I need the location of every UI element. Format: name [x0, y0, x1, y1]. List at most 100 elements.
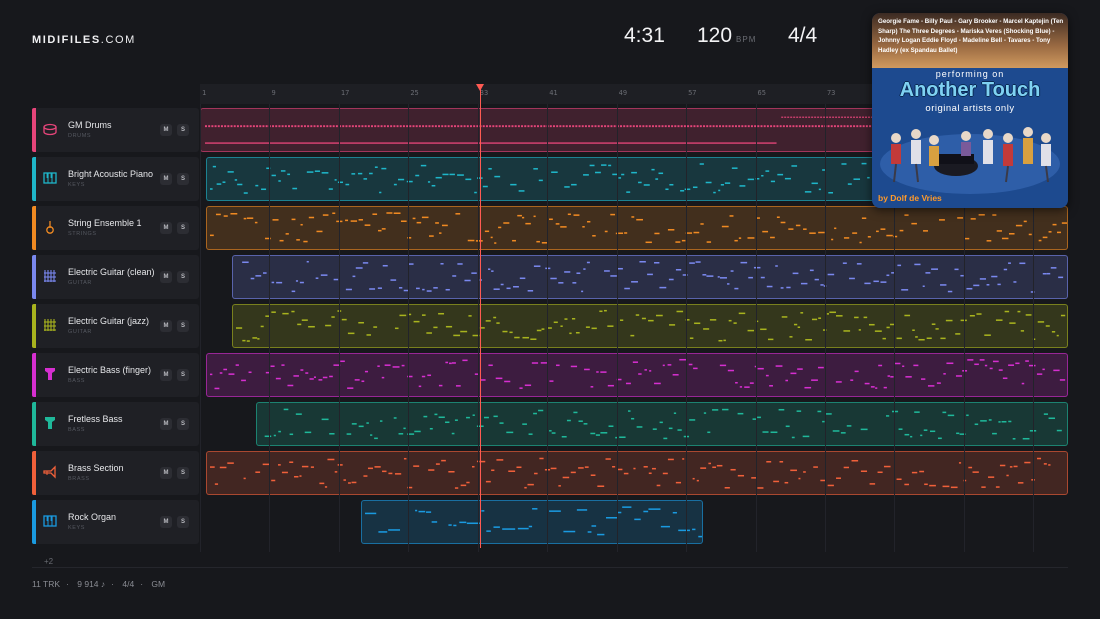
- track-header[interactable]: String Ensemble 1 STRINGS M S: [32, 206, 199, 250]
- mute-button[interactable]: M: [160, 173, 172, 185]
- album-cover: Georgie Fame - Billy Paul - Gary Brooker…: [872, 13, 1068, 208]
- track-name: Brass Section: [68, 463, 124, 473]
- cover-credit: by Dolf de Vries: [878, 193, 942, 203]
- guitar-fretboard-icon: [43, 269, 57, 283]
- song-duration: 4:31: [624, 24, 665, 47]
- track-name: Electric Guitar (jazz): [68, 316, 150, 326]
- track-color-strip: [32, 451, 36, 495]
- brand-name: MIDIFILES: [32, 34, 101, 46]
- bar-gridline: [408, 104, 410, 552]
- cover-title: Another Touch: [899, 79, 1041, 101]
- guitar-fretboard-icon: [43, 318, 57, 332]
- track-lane[interactable]: [200, 205, 1068, 251]
- midi-clip[interactable]: [256, 402, 1068, 446]
- mute-button[interactable]: M: [160, 124, 172, 136]
- midi-clip[interactable]: [206, 206, 1068, 250]
- clip-notes: [242, 260, 1064, 293]
- mute-button[interactable]: M: [160, 271, 172, 283]
- track-lane[interactable]: [200, 303, 1068, 349]
- clip-notes: [210, 358, 1066, 390]
- track-lane[interactable]: [200, 499, 1068, 545]
- track-header[interactable]: Electric Guitar (clean) GUITAR M S: [32, 255, 199, 299]
- tempo-value: 120: [697, 24, 733, 47]
- midi-clip[interactable]: [232, 255, 1068, 299]
- brand-logo[interactable]: MIDIFILES.COM: [32, 34, 136, 46]
- solo-button[interactable]: S: [177, 320, 189, 332]
- solo-button[interactable]: S: [177, 173, 189, 185]
- bar-gridline: [547, 104, 549, 552]
- solo-button[interactable]: S: [177, 271, 189, 283]
- track-header[interactable]: Fretless Bass BASS M S: [32, 402, 199, 446]
- mute-button[interactable]: M: [160, 369, 172, 381]
- clip-notes: [236, 309, 1066, 342]
- midi-clip[interactable]: [360, 500, 704, 544]
- midi-clip[interactable]: [206, 353, 1068, 397]
- track-name: Electric Bass (finger): [68, 365, 152, 375]
- track-color-strip: [32, 353, 36, 397]
- ruler-bar-1: 1: [202, 89, 207, 97]
- playhead-handle[interactable]: [476, 84, 484, 91]
- track-name: Rock Organ: [68, 512, 117, 522]
- ruler-bar-17: 17: [340, 89, 350, 97]
- time-signature: 4/4: [788, 24, 818, 47]
- ruler-bar-57: 57: [688, 89, 697, 97]
- ruler-bar-49: 49: [618, 89, 628, 97]
- track-header[interactable]: GM Drums DRUMS M S: [32, 108, 199, 152]
- violin-icon: [43, 220, 57, 234]
- track-count: 11 TRK: [32, 579, 61, 589]
- bar-gridline: [200, 104, 201, 552]
- track-name: Fretless Bass: [68, 414, 123, 424]
- piano-icon: [43, 514, 57, 528]
- mute-button[interactable]: M: [160, 467, 172, 479]
- solo-button[interactable]: S: [177, 222, 189, 234]
- track-name: Bright Acoustic Piano: [68, 169, 154, 179]
- midi-standard: GM: [151, 579, 166, 589]
- track-lane[interactable]: [200, 401, 1068, 447]
- mute-button[interactable]: M: [160, 516, 172, 528]
- tempo-unit: BPM: [736, 35, 757, 44]
- solo-button[interactable]: S: [177, 418, 189, 430]
- track-category: GUITAR: [68, 329, 92, 335]
- bar-gridline: [338, 104, 340, 552]
- piano-icon: [43, 171, 57, 185]
- track-header[interactable]: Electric Guitar (jazz) GUITAR M S: [32, 304, 199, 348]
- solo-button[interactable]: S: [177, 516, 189, 528]
- track-color-strip: [32, 157, 36, 201]
- ruler-bar-65: 65: [757, 89, 766, 97]
- track-category: KEYS: [68, 525, 86, 531]
- cover-performing-label: performing on: [935, 69, 1005, 79]
- bass-icon: [43, 416, 57, 430]
- mute-button[interactable]: M: [160, 222, 172, 234]
- clip-notes: [364, 506, 703, 538]
- track-lane[interactable]: [200, 450, 1068, 496]
- solo-button[interactable]: S: [177, 467, 189, 479]
- clip-notes: [210, 457, 1051, 489]
- brand-domain: .COM: [100, 34, 136, 46]
- more-tracks-indicator[interactable]: +2: [44, 557, 53, 566]
- track-category: GUITAR: [68, 280, 92, 286]
- bar-gridline: [477, 104, 479, 552]
- track-lane[interactable]: [200, 352, 1068, 398]
- midi-clip[interactable]: [232, 304, 1068, 348]
- track-header[interactable]: Bright Acoustic Piano KEYS M S: [32, 157, 199, 201]
- ruler-bar-73: 73: [826, 89, 836, 97]
- solo-button[interactable]: S: [177, 124, 189, 136]
- clip-notes: [210, 212, 1067, 244]
- track-header[interactable]: Electric Bass (finger) BASS M S: [32, 353, 199, 397]
- playhead[interactable]: [480, 84, 481, 548]
- file-summary: 11 TRK · 9 914 ♪ · 4/4 · GM: [32, 579, 166, 589]
- trumpet-icon: [43, 465, 57, 479]
- midi-clip[interactable]: [206, 451, 1068, 495]
- mute-button[interactable]: M: [160, 320, 172, 332]
- mute-button[interactable]: M: [160, 418, 172, 430]
- solo-button[interactable]: S: [177, 369, 189, 381]
- track-category: KEYS: [68, 182, 86, 188]
- track-header[interactable]: Brass Section BRASS M S: [32, 451, 199, 495]
- bar-gridline: [686, 104, 688, 552]
- track-color-strip: [32, 402, 36, 446]
- track-category: BASS: [68, 427, 86, 433]
- track-lane[interactable]: [200, 254, 1068, 300]
- footer-divider: [32, 567, 1068, 568]
- ruler-bar-41: 41: [549, 89, 558, 97]
- track-header[interactable]: Rock Organ KEYS M S: [32, 500, 199, 544]
